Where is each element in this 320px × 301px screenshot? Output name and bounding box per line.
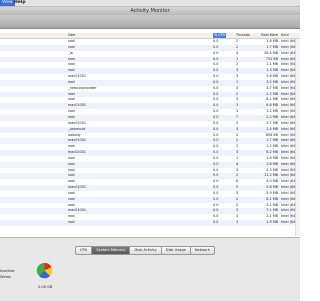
- memory-pie-chart: [36, 262, 53, 279]
- cell-user: root: [68, 220, 75, 225]
- window-title: Activity Monitor: [130, 8, 170, 14]
- menu-help[interactable]: Help: [14, 0, 26, 6]
- column-real-mem[interactable]: Real Mem: [258, 33, 278, 38]
- column-user[interactable]: User: [68, 33, 76, 38]
- cell-threads: 3: [236, 220, 239, 225]
- inactive-label: Inactive:: [0, 269, 16, 273]
- tab-cpu[interactable]: CPU: [75, 246, 93, 255]
- toolbar: [0, 15, 300, 29]
- table-body: root 0.0 2 1.6 MB Intel (64 bit) root 0.0 2 1.7 …: [0, 39, 300, 226]
- column-threads[interactable]: Threads: [236, 33, 250, 38]
- tab-bar: CPU System Memory Disk Activity Disk Usage N…: [75, 246, 215, 255]
- tab-network[interactable]: Network: [190, 246, 215, 255]
- bottom-panel: CPU System Memory Disk Activity Disk Usage N…: [0, 237, 300, 301]
- table-scrollbar[interactable]: [295, 39, 300, 236]
- tab-system-memory[interactable]: System Memory: [92, 246, 131, 255]
- window-titlebar[interactable]: Activity Monitor: [0, 7, 300, 15]
- cell-real-mem: 1.9 MB: [266, 220, 278, 225]
- wired-label: Wired:: [0, 275, 12, 279]
- memory-total-label: 2.00 GB: [38, 285, 53, 289]
- tab-disk-usage[interactable]: Disk Usage: [161, 246, 191, 255]
- process-table: User % CPU Threads Real Mem Kind root 0.0…: [0, 29, 300, 236]
- table-row[interactable]: root 0.0 3 1.9 MB Intel (64 bit): [0, 220, 300, 226]
- column-cpu[interactable]: % CPU: [213, 33, 227, 38]
- tab-disk-activity[interactable]: Disk Activity: [130, 246, 162, 255]
- menubar: View Help: [0, 0, 300, 7]
- cell-cpu: 0.0: [213, 220, 219, 225]
- menu-view[interactable]: View: [0, 0, 15, 6]
- column-kind[interactable]: Kind: [281, 33, 288, 38]
